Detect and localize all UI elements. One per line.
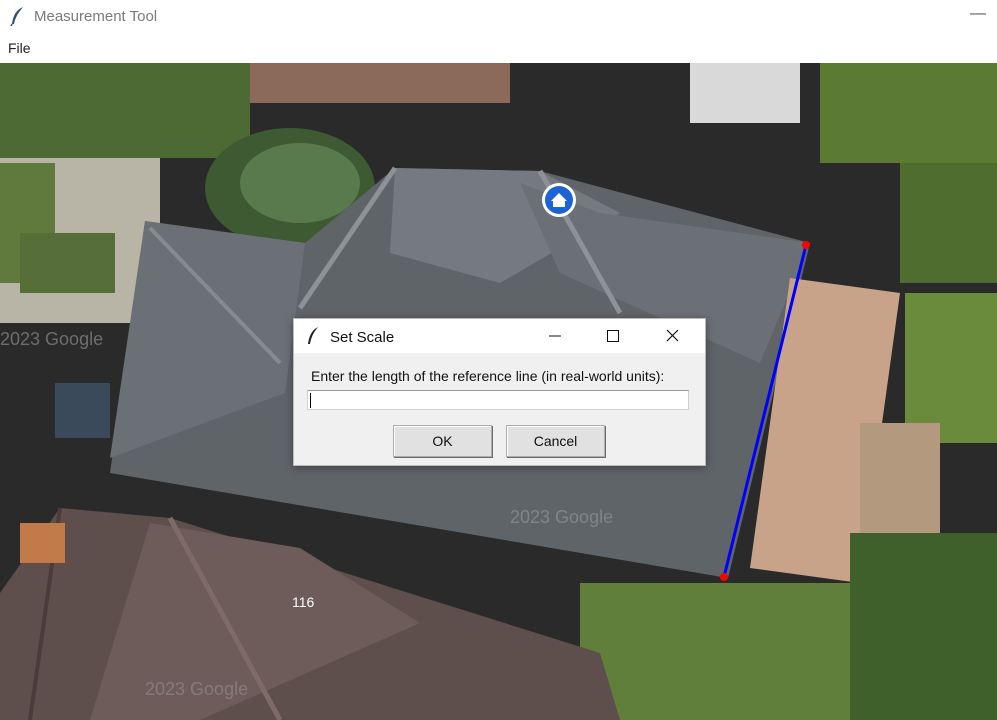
length-input[interactable] xyxy=(307,390,689,410)
ok-button[interactable]: OK xyxy=(393,425,492,457)
map-watermark: 2023 Google xyxy=(0,329,103,349)
dialog-title-bar: Set Scale xyxy=(294,319,705,353)
dialog-prompt-label: Enter the length of the reference line (… xyxy=(311,368,665,384)
map-watermark: 2023 Google xyxy=(510,507,613,527)
feather-icon xyxy=(308,327,318,344)
home-marker-icon[interactable] xyxy=(542,183,576,217)
map-watermark: 2023 Google xyxy=(145,679,248,699)
window-title-bar: Measurement Tool — xyxy=(0,0,997,34)
text-caret xyxy=(310,393,311,408)
set-scale-dialog: Set Scale Enter the length of the refere… xyxy=(293,318,706,466)
reference-point-end[interactable] xyxy=(720,573,728,581)
house-number-label: 116 xyxy=(292,594,315,610)
dialog-close-button[interactable] xyxy=(654,323,690,349)
dialog-title: Set Scale xyxy=(330,329,395,346)
menu-file[interactable]: File xyxy=(8,40,31,56)
menu-bar: File xyxy=(0,36,997,62)
cancel-button[interactable]: Cancel xyxy=(506,425,605,457)
dialog-minimize-button[interactable] xyxy=(537,323,573,349)
window-title: Measurement Tool xyxy=(34,8,158,25)
reference-point-start[interactable] xyxy=(802,241,810,249)
window-minimize-button[interactable]: — xyxy=(967,4,989,26)
dialog-maximize-button[interactable] xyxy=(595,323,631,349)
feather-icon xyxy=(10,7,23,26)
